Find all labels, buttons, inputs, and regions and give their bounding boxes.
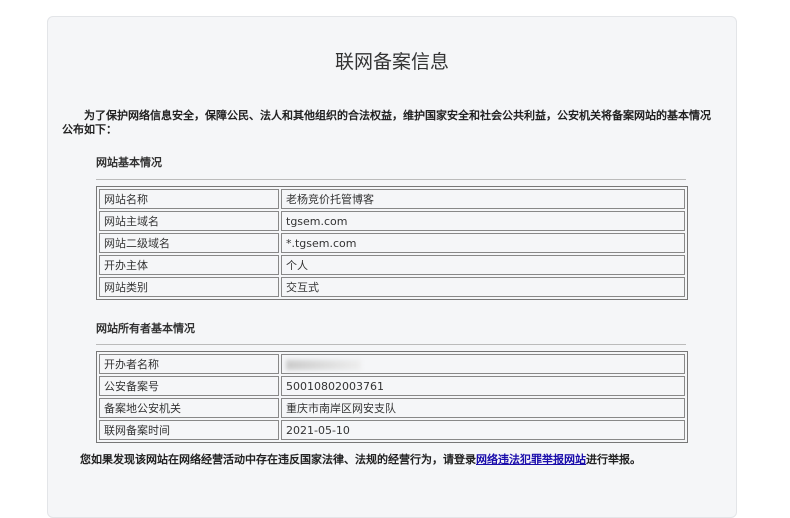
section-owner-heading: 网站所有者基本情况	[96, 322, 195, 335]
row-key: 联网备案时间	[99, 420, 279, 440]
row-value: 50010802003761	[281, 376, 685, 396]
row-key: 网站名称	[99, 189, 279, 209]
row-key: 开办者名称	[99, 354, 279, 374]
row-key: 网站类别	[99, 277, 279, 297]
table-row: 公安备案号 50010802003761	[99, 376, 685, 396]
row-value: 个人	[281, 255, 685, 275]
intro-text: 为了保护网络信息安全，保障公民、法人和其他组织的合法权益，维护国家安全和社会公共…	[62, 109, 711, 136]
table-row: 网站二级域名 *.tgsem.com	[99, 233, 685, 253]
blurred-name	[286, 359, 361, 370]
row-value: tgsem.com	[281, 211, 685, 231]
table-row: 备案地公安机关 重庆市南岸区网安支队	[99, 398, 685, 418]
row-value-redacted	[281, 354, 685, 374]
report-notice: 您如果发现该网站在网络经营活动中存在违反国家法律、法规的经营行为，请登录网络违法…	[80, 451, 641, 467]
owner-info-table: 开办者名称 公安备案号 50010802003761 备案地公安机关 重庆市南岸区网…	[96, 351, 688, 443]
row-value: 老杨竞价托管博客	[281, 189, 685, 209]
report-site-link[interactable]: 网络违法犯罪举报网站	[476, 453, 586, 466]
divider	[96, 179, 686, 180]
divider	[96, 344, 686, 345]
row-value: 2021-05-10	[281, 420, 685, 440]
row-key: 公安备案号	[99, 376, 279, 396]
table-row: 联网备案时间 2021-05-10	[99, 420, 685, 440]
row-value: 重庆市南岸区网安支队	[281, 398, 685, 418]
table-row: 网站类别 交互式	[99, 277, 685, 297]
basic-info-table: 网站名称 老杨竞价托管博客 网站主域名 tgsem.com 网站二级域名 *.tgse…	[96, 186, 688, 300]
row-key: 开办主体	[99, 255, 279, 275]
table-row: 网站名称 老杨竞价托管博客	[99, 189, 685, 209]
row-value: 交互式	[281, 277, 685, 297]
notice-text: 您如果发现该网站在网络经营活动中存在违反国家法律、法规的经营行为，请登录	[80, 453, 476, 466]
notice-text-end: 进行举报。	[586, 453, 641, 466]
record-panel: 联网备案信息 为了保护网络信息安全，保障公民、法人和其他组织的合法权益，维护国家…	[47, 16, 737, 518]
page-title: 联网备案信息	[334, 51, 449, 73]
row-key: 网站二级域名	[99, 233, 279, 253]
table-row: 开办主体 个人	[99, 255, 685, 275]
table-row: 网站主域名 tgsem.com	[99, 211, 685, 231]
table-row: 开办者名称	[99, 354, 685, 374]
section-basic-heading: 网站基本情况	[96, 156, 162, 169]
row-value: *.tgsem.com	[281, 233, 685, 253]
row-key: 备案地公安机关	[99, 398, 279, 418]
row-key: 网站主域名	[99, 211, 279, 231]
